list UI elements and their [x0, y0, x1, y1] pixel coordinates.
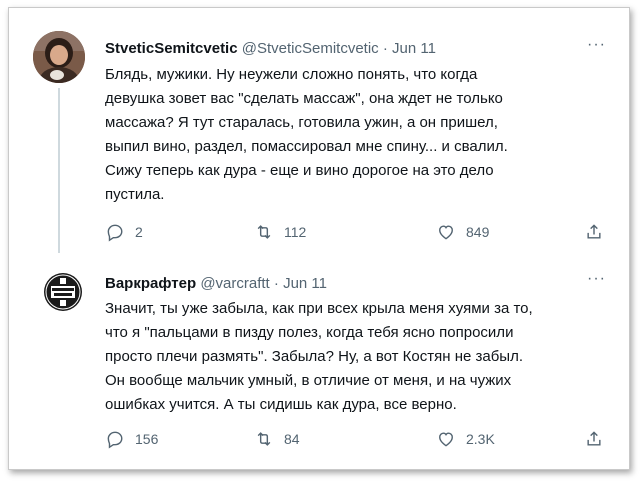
like-button[interactable]: 849 [436, 222, 489, 242]
reply-button[interactable]: 156 [105, 429, 158, 449]
tweet-text: Значит, ты уже забыла, как при всех крыл… [105, 300, 533, 413]
tweet-date[interactable]: Jun 11 [283, 275, 327, 292]
thread-line [58, 88, 60, 253]
avatar[interactable] [33, 31, 85, 83]
tweet-1[interactable]: StveticSemitcvetic @StveticSemitcvetic ·… [9, 8, 629, 260]
tweet-header: Варкрафтер @varcraftt · Jun 11 [105, 274, 327, 294]
like-count: 2.3K [466, 431, 495, 447]
like-button[interactable]: 2.3K [436, 429, 495, 449]
share-button[interactable] [584, 429, 614, 449]
reply-count: 2 [135, 224, 143, 240]
share-icon [587, 431, 601, 446]
reply-button[interactable]: 2 [105, 222, 143, 242]
more-options-icon[interactable]: ··· [587, 270, 606, 288]
share-button[interactable] [584, 222, 614, 242]
tweet-header: StveticSemitcvetic @StveticSemitcvetic ·… [105, 39, 436, 59]
reply-icon [107, 431, 123, 449]
user-handle[interactable]: @varcraftt [200, 275, 269, 292]
screenshot-frame: StveticSemitcvetic @StveticSemitcvetic ·… [8, 7, 630, 470]
retweet-icon [257, 432, 271, 446]
tweet-2[interactable]: Варкрафтер @varcraftt · Jun 11 ··· Значи… [9, 260, 629, 469]
retweet-count: 112 [284, 224, 307, 240]
like-count: 849 [466, 224, 490, 240]
display-name[interactable]: StveticSemitcvetic [105, 40, 238, 57]
separator: · [382, 40, 388, 57]
tweet-actions: 2 112 849 [105, 222, 615, 246]
heart-icon [439, 432, 453, 447]
retweet-button[interactable]: 112 [254, 222, 306, 242]
tweet-actions: 156 84 2.3K [105, 429, 615, 453]
separator: · [273, 275, 279, 292]
more-options-icon[interactable]: ··· [587, 36, 606, 54]
tweet-date[interactable]: Jun 11 [392, 40, 436, 57]
heart-icon [439, 225, 453, 240]
tweet-text: Блядь, мужики. Ну неужели сложно понять,… [105, 66, 508, 203]
share-icon [587, 224, 601, 239]
retweet-button[interactable]: 84 [254, 429, 300, 449]
reply-count: 156 [135, 431, 159, 447]
retweet-icon [257, 225, 271, 239]
retweet-count: 84 [284, 431, 300, 447]
avatar[interactable] [43, 272, 83, 312]
reply-icon [107, 224, 123, 242]
display-name[interactable]: Варкрафтер [105, 275, 196, 292]
user-handle[interactable]: @StveticSemitcvetic [242, 40, 379, 57]
